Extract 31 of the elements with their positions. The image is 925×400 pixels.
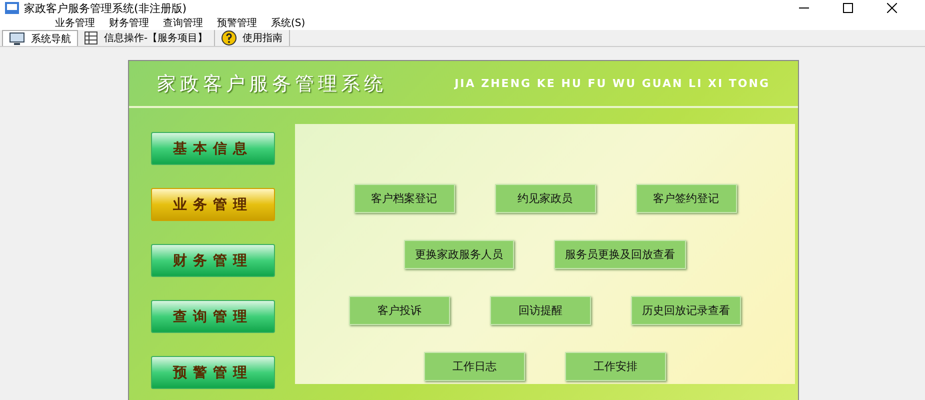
function-button[interactable]: 更换家政服务人员 — [404, 240, 514, 269]
function-button[interactable]: 客户投诉 — [349, 296, 450, 325]
tab[interactable]: 信息操作-【服务项目】 — [78, 30, 215, 46]
nav-button[interactable]: 预警管理 — [151, 356, 275, 389]
system-title: 家政客户服务管理系统 — [157, 72, 387, 96]
tab[interactable]: 使用指南 — [214, 30, 290, 46]
nav-button[interactable]: 基本信息 — [151, 132, 275, 165]
menu-item[interactable]: 预警管理 — [217, 16, 257, 30]
close-icon[interactable] — [887, 3, 897, 13]
function-button[interactable]: 工作安排 — [565, 352, 666, 381]
tab[interactable]: 系统导航 — [2, 30, 78, 46]
monitor-icon — [9, 32, 25, 46]
nav-button[interactable]: 业务管理 — [151, 188, 275, 221]
function-button[interactable]: 约见家政员 — [494, 184, 596, 213]
function-button[interactable]: 回访提醒 — [490, 296, 591, 325]
help-icon — [220, 30, 237, 46]
menu-item[interactable]: 财务管理 — [109, 16, 149, 30]
function-button[interactable]: 工作日志 — [424, 352, 525, 381]
window-title: 家政客户服务管理系统(非注册版) — [24, 0, 188, 16]
function-button[interactable]: 客户签约登记 — [636, 184, 736, 213]
grid-icon — [84, 31, 98, 45]
function-button[interactable]: 服务员更换及回放查看 — [554, 240, 686, 269]
function-button[interactable]: 客户档案登记 — [354, 184, 454, 213]
menu-item[interactable]: 业务管理 — [55, 16, 95, 30]
maximize-icon[interactable] — [843, 3, 853, 13]
pinyin-title: JIA ZHENG KE HU FU WU GUAN LI XI TONG — [454, 77, 770, 90]
nav-button[interactable]: 查询管理 — [151, 300, 275, 333]
nav-button[interactable]: 财务管理 — [151, 244, 275, 277]
menu-item[interactable]: 查询管理 — [163, 16, 203, 30]
menu-item[interactable]: 系统(S) — [271, 16, 306, 30]
function-button[interactable]: 历史回放记录查看 — [631, 296, 741, 325]
